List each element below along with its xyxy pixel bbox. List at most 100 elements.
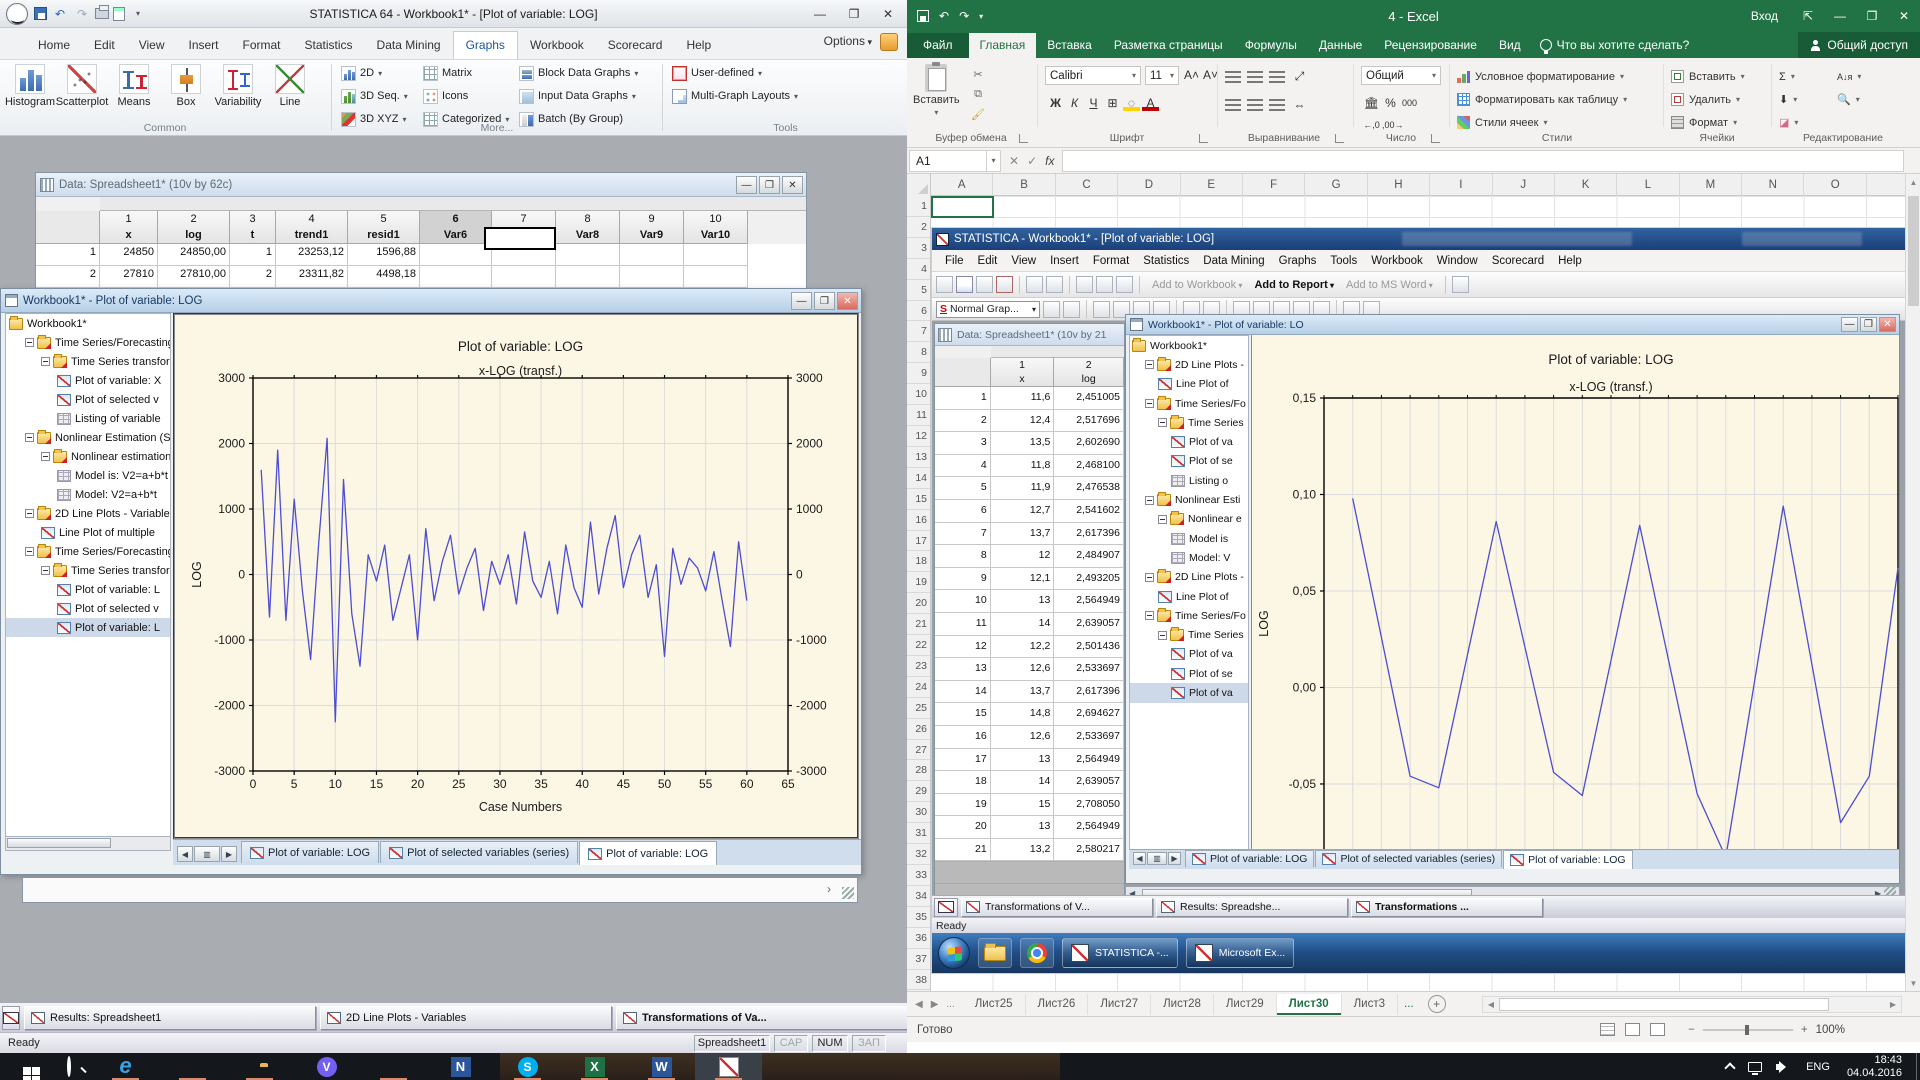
tree-item[interactable]: Time Series transform bbox=[6, 352, 170, 371]
cell[interactable]: 2,617396 bbox=[1054, 523, 1124, 546]
copy-icon[interactable]: ⧉ bbox=[969, 86, 987, 102]
add-to-button[interactable]: Add to MS Word bbox=[1340, 277, 1439, 293]
active-cell-a1[interactable] bbox=[931, 196, 994, 218]
cell[interactable] bbox=[684, 266, 748, 288]
taskbar-app-button[interactable]: N bbox=[427, 1053, 494, 1080]
excel-ribbon-tab[interactable]: Файл bbox=[907, 33, 969, 58]
tree-item[interactable]: Line Plot of multiple bbox=[6, 523, 170, 542]
zoom-slider[interactable] bbox=[1703, 1029, 1793, 1031]
explorer-icon[interactable] bbox=[978, 938, 1012, 968]
excel-ribbon-tab[interactable]: Данные bbox=[1308, 33, 1373, 58]
page-break-icon[interactable] bbox=[1650, 1023, 1665, 1036]
column-header[interactable]: G bbox=[1305, 174, 1367, 196]
sheet-tab[interactable]: Лист28 bbox=[1151, 994, 1214, 1015]
scroll-left-icon[interactable]: ◀ bbox=[177, 846, 193, 862]
cell[interactable]: 8 bbox=[935, 545, 991, 568]
cells-menu-button[interactable]: Удалить bbox=[1671, 89, 1745, 110]
ribbon-tab[interactable]: Help bbox=[674, 32, 723, 59]
underline-button[interactable]: Ч bbox=[1085, 94, 1102, 111]
cell[interactable]: 2,580217 bbox=[1054, 839, 1124, 862]
app-taskbar-icon[interactable] bbox=[2, 1006, 20, 1030]
expander-icon[interactable] bbox=[1145, 360, 1154, 369]
autosum-button[interactable]: Σ bbox=[1779, 66, 1835, 87]
row-header[interactable]: 25 bbox=[907, 698, 930, 719]
win7-app-button[interactable]: STATISTICA -... bbox=[1062, 938, 1178, 968]
column-header[interactable]: A bbox=[931, 174, 993, 196]
row-header[interactable]: 32 bbox=[907, 844, 930, 865]
cell[interactable]: 17 bbox=[935, 749, 991, 772]
row-header[interactable]: 10 bbox=[907, 384, 930, 405]
cell[interactable]: 4498,18 bbox=[348, 266, 420, 288]
tree-item[interactable]: Plot of se bbox=[1130, 452, 1248, 471]
tree-item[interactable]: Model is: V2=a+b*t bbox=[6, 466, 170, 485]
cell[interactable]: 16 bbox=[935, 726, 991, 749]
cell[interactable]: 13,7 bbox=[991, 681, 1055, 704]
excel-ribbon-tab[interactable]: Разметка страницы bbox=[1103, 33, 1234, 58]
sheet-tab[interactable]: Лист30 bbox=[1277, 994, 1342, 1015]
menu-item[interactable]: File bbox=[938, 253, 971, 269]
cell[interactable]: 2,639057 bbox=[1054, 613, 1124, 636]
volume-icon[interactable] bbox=[1776, 1061, 1792, 1073]
taskbar-app-button[interactable] bbox=[695, 1053, 762, 1080]
excel-ribbon-tab[interactable]: Вставка bbox=[1036, 33, 1103, 58]
font-name-select[interactable]: Calibri bbox=[1045, 66, 1141, 85]
tree-item[interactable]: Line Plot of bbox=[1130, 375, 1248, 394]
expander-icon[interactable] bbox=[1145, 399, 1154, 408]
row-header[interactable]: 12 bbox=[907, 426, 930, 447]
row-header[interactable]: 6 bbox=[907, 301, 930, 322]
chrome-icon[interactable] bbox=[1020, 938, 1054, 968]
show-hidden-icons[interactable] bbox=[1726, 1061, 1734, 1072]
cell[interactable]: 11,8 bbox=[991, 455, 1055, 478]
menu-item[interactable]: Format bbox=[1086, 253, 1136, 269]
expander-icon[interactable] bbox=[25, 509, 34, 518]
cell[interactable]: 11,9 bbox=[991, 477, 1055, 500]
maximize-button[interactable]: ❐ bbox=[837, 0, 871, 27]
scroll-thumb[interactable]: ▥ bbox=[1147, 852, 1167, 865]
taskbar-app-button[interactable] bbox=[159, 1053, 226, 1080]
column-header[interactable]: M bbox=[1680, 174, 1742, 196]
excel-ribbon-tab[interactable]: Рецензирование bbox=[1373, 33, 1488, 58]
save-icon[interactable] bbox=[34, 7, 47, 20]
cell[interactable]: 2,468100 bbox=[1054, 455, 1124, 478]
enter-icon[interactable]: ✓ bbox=[1027, 154, 1037, 168]
plot-window-titlebar[interactable]: Workbook1* - Plot of variable: LOG — ❐ ✕ bbox=[1, 289, 861, 313]
cell[interactable]: 2 bbox=[935, 410, 991, 433]
document-window-button[interactable]: Results: Spreadsheet1 bbox=[24, 1006, 316, 1030]
cell[interactable]: 2,694627 bbox=[1054, 703, 1124, 726]
graph-type-button[interactable]: Box bbox=[160, 60, 212, 108]
column-header[interactable]: 3t bbox=[230, 211, 276, 244]
cell[interactable]: 23311,82 bbox=[276, 266, 348, 288]
graph-menu-button[interactable]: Input Data Graphs bbox=[519, 86, 638, 106]
menu-item[interactable]: Edit bbox=[971, 253, 1005, 269]
name-box-dropdown-icon[interactable]: ▾ bbox=[987, 150, 1001, 172]
taskbar-app-button[interactable]: V bbox=[293, 1053, 360, 1080]
scroll-left-icon[interactable]: ◀ bbox=[1133, 852, 1146, 865]
cell[interactable]: 13 bbox=[991, 816, 1055, 839]
document-window-button[interactable]: 2D Line Plots - Variables bbox=[320, 1006, 612, 1030]
graph-menu-button[interactable]: Block Data Graphs bbox=[519, 63, 638, 83]
menu-item[interactable]: Tools bbox=[1323, 253, 1364, 269]
dialog-launcher-icon[interactable] bbox=[1199, 134, 1208, 143]
plot-tab[interactable]: Plot of variable: LOG bbox=[241, 841, 379, 863]
row-header[interactable]: 38 bbox=[907, 970, 930, 991]
sort-filter-button[interactable]: А↓я bbox=[1837, 66, 1881, 87]
row-header[interactable]: 33 bbox=[907, 865, 930, 886]
print-preview-icon[interactable] bbox=[113, 7, 125, 21]
row-header[interactable]: 4 bbox=[907, 259, 930, 280]
scroll-down-icon[interactable]: ▼ bbox=[1906, 975, 1920, 991]
tree-item[interactable]: Plot of selected v bbox=[6, 599, 170, 618]
restore-button[interactable]: ❐ bbox=[1856, 0, 1888, 32]
select-icon[interactable] bbox=[1093, 301, 1110, 318]
row-header[interactable]: 5 bbox=[907, 280, 930, 301]
find-select-button[interactable]: 🔍 bbox=[1837, 89, 1881, 110]
menu-item[interactable]: Workbook bbox=[1364, 253, 1430, 269]
ribbon-tab[interactable]: Home bbox=[26, 32, 82, 59]
cell[interactable]: 2,484907 bbox=[1054, 545, 1124, 568]
tree-item[interactable]: Plot of va bbox=[1130, 645, 1248, 664]
column-header[interactable]: E bbox=[1181, 174, 1243, 196]
orientation-icon[interactable]: ⤢ bbox=[1291, 68, 1308, 85]
ribbon-display-icon[interactable]: ⇱ bbox=[1792, 0, 1824, 32]
ribbon-tab[interactable]: Workbook bbox=[518, 32, 596, 59]
cell[interactable]: 18 bbox=[935, 771, 991, 794]
print-icon[interactable] bbox=[95, 8, 109, 19]
